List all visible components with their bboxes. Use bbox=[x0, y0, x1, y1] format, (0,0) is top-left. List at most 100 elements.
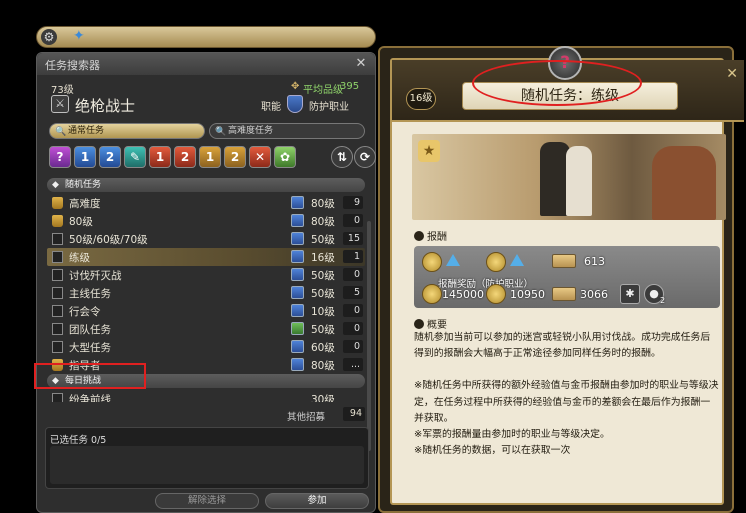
reward-box: 613 报酬奖励（防护职业） 145000 10950 3066 ✱ ● 2 bbox=[414, 246, 720, 308]
description-paragraph: ※随机任务中所获得的额外经验值与金币报酬由参加时的职业与等级决定，在任务过程中所… bbox=[414, 380, 719, 424]
checkbox[interactable] bbox=[52, 323, 63, 335]
star-crest-icon: ★ bbox=[418, 140, 440, 162]
duty-level: 60级 bbox=[311, 342, 335, 354]
duty-count: 0 bbox=[343, 340, 363, 353]
role-match-icon bbox=[291, 250, 304, 263]
duty-row[interactable]: 讨伐歼灭战 50级 0 bbox=[47, 266, 365, 284]
character-figure bbox=[652, 146, 716, 220]
duty-name: 高难度 bbox=[69, 198, 101, 210]
gil-coin-icon bbox=[486, 252, 506, 272]
guildhest-filter-icon[interactable]: ✎ bbox=[124, 146, 146, 168]
panel-header: 任务搜索器 ✕ bbox=[37, 53, 375, 75]
tab-normal-duties[interactable]: 🔍 通常任务 bbox=[49, 123, 205, 139]
refresh-icon[interactable]: ⟳ bbox=[354, 146, 376, 168]
reward-header: 报酬 bbox=[414, 228, 447, 243]
join-button[interactable]: 参加 bbox=[265, 493, 369, 509]
roulette-filter-icon[interactable]: ? bbox=[49, 146, 71, 168]
trial2-filter-icon[interactable]: 2 bbox=[174, 146, 196, 168]
duty-row[interactable]: 主线任务 50级 5 bbox=[47, 284, 365, 302]
job-level: 73级 bbox=[51, 85, 74, 96]
duty-count: 1 bbox=[343, 250, 363, 263]
scrollbar[interactable] bbox=[367, 221, 371, 451]
top-bar: ⚙ ✦ bbox=[36, 26, 376, 48]
duty-level: 50级 bbox=[311, 288, 335, 300]
role-match-icon bbox=[291, 214, 304, 227]
checkbox[interactable] bbox=[52, 233, 63, 245]
job-name: 绝枪战士 bbox=[75, 97, 136, 115]
checkbox[interactable] bbox=[52, 305, 63, 317]
reward-value: 145000 bbox=[442, 288, 484, 301]
role-match-icon bbox=[291, 196, 304, 209]
sort-icon[interactable]: ⇅ bbox=[331, 146, 353, 168]
reward-value: 2 bbox=[660, 296, 666, 305]
exp-coin-icon bbox=[422, 252, 442, 272]
list-item[interactable]: 纷争前线 30级 bbox=[47, 390, 365, 402]
pin-icon[interactable]: ✦ bbox=[73, 28, 85, 44]
close-icon[interactable]: ✕ bbox=[353, 56, 369, 72]
duty-detail-panel: 16级 随机任务：练级 ? ✕ ★ 报酬 613 报酬奖励（防护职业） 1450… bbox=[378, 46, 744, 513]
duty-row[interactable]: 团队任务 50级 0 bbox=[47, 320, 365, 338]
raid2-filter-icon[interactable]: 2 bbox=[224, 146, 246, 168]
character-figure bbox=[566, 146, 592, 216]
pvp-filter-icon[interactable]: ✕ bbox=[249, 146, 271, 168]
duty-row[interactable]: 80级 80级 0 bbox=[47, 212, 365, 230]
reward-value: 3066 bbox=[580, 288, 608, 301]
raid-filter-icon[interactable]: 1 bbox=[199, 146, 221, 168]
checkbox[interactable] bbox=[52, 287, 63, 299]
highlight-oval bbox=[472, 60, 642, 106]
gear-icon[interactable]: ⚙ bbox=[41, 29, 57, 45]
overview-header: 概要 bbox=[414, 316, 447, 331]
tab-high-end-duties[interactable]: 🔍 高难度任务 bbox=[209, 123, 365, 139]
duty-name: 讨伐歼灭战 bbox=[69, 270, 122, 282]
clear-selection-button[interactable]: 解除选择 bbox=[155, 493, 259, 509]
close-icon[interactable]: ✕ bbox=[726, 66, 738, 82]
checkbox[interactable] bbox=[52, 393, 63, 402]
duty-name: 练级 bbox=[69, 252, 90, 264]
duty-count: ... bbox=[343, 358, 363, 371]
avg-item-level-icon: ✥ bbox=[291, 81, 300, 92]
trial-filter-icon[interactable]: 1 bbox=[149, 146, 171, 168]
tank-role-icon bbox=[287, 95, 303, 113]
role-match-icon bbox=[291, 358, 304, 371]
checkbox[interactable] bbox=[52, 269, 63, 281]
other-recruit-label: 其他招募 bbox=[287, 412, 326, 423]
bullet-icon bbox=[414, 319, 424, 329]
duty-row[interactable]: 大型任务 60级 0 bbox=[47, 338, 365, 356]
duty-name: 行会令 bbox=[69, 306, 101, 318]
duty-level: 16级 bbox=[311, 252, 335, 264]
duty-count: 0 bbox=[343, 268, 363, 281]
reward-value: 613 bbox=[584, 255, 605, 268]
description-paragraph: ※随机任务的数据，可以在获取一次 bbox=[414, 445, 571, 456]
dungeon2-filter-icon[interactable]: 2 bbox=[99, 146, 121, 168]
job-icon: ⚔ bbox=[51, 95, 69, 113]
duty-count: 0 bbox=[343, 304, 363, 317]
avg-item-level-value: 395 bbox=[340, 81, 360, 92]
bonus-arrow-icon bbox=[446, 254, 460, 266]
duty-level: 80级 bbox=[311, 198, 335, 210]
avg-item-level-label: 平均品级 bbox=[303, 85, 343, 96]
selected-duties-box: 已选任务 0/5 bbox=[45, 427, 369, 489]
duty-row[interactable]: 高难度 80级 9 bbox=[47, 194, 365, 212]
seal-icon bbox=[552, 254, 576, 268]
bonus-arrow-icon bbox=[510, 254, 524, 266]
section-roulette[interactable]: ◆ 随机任务 bbox=[47, 178, 365, 192]
lock-icon bbox=[52, 197, 63, 209]
reward-value: 10950 bbox=[510, 288, 545, 301]
gil-coin-icon bbox=[486, 284, 506, 304]
detail-frame: 16级 随机任务：练级 ? ✕ ★ 报酬 613 报酬奖励（防护职业） 1450… bbox=[390, 46, 744, 505]
checkbox[interactable] bbox=[52, 341, 63, 353]
checkbox[interactable] bbox=[52, 251, 63, 263]
duty-row[interactable]: 50级/60级/70级 50级 15 bbox=[47, 230, 365, 248]
duty-row[interactable]: 行会令 10级 0 bbox=[47, 302, 365, 320]
duty-banner-image: ★ bbox=[412, 134, 726, 220]
dungeon-filter-icon[interactable]: 1 bbox=[74, 146, 96, 168]
role-match-icon bbox=[291, 286, 304, 299]
duty-level: 50级 bbox=[311, 234, 335, 246]
search-icon: 🔍 bbox=[55, 127, 67, 137]
gold-saucer-filter-icon[interactable]: ✿ bbox=[274, 146, 296, 168]
description-paragraph: 随机参加当前可以参加的迷宫或轻锐小队用讨伐战。成功完成任务后得到的报酬会大幅高于… bbox=[414, 332, 711, 360]
bullet-icon bbox=[414, 231, 424, 241]
duty-row[interactable]: 练级 16级 1 bbox=[47, 248, 365, 266]
selected-duties-list bbox=[50, 446, 364, 484]
role-match-icon bbox=[291, 304, 304, 317]
